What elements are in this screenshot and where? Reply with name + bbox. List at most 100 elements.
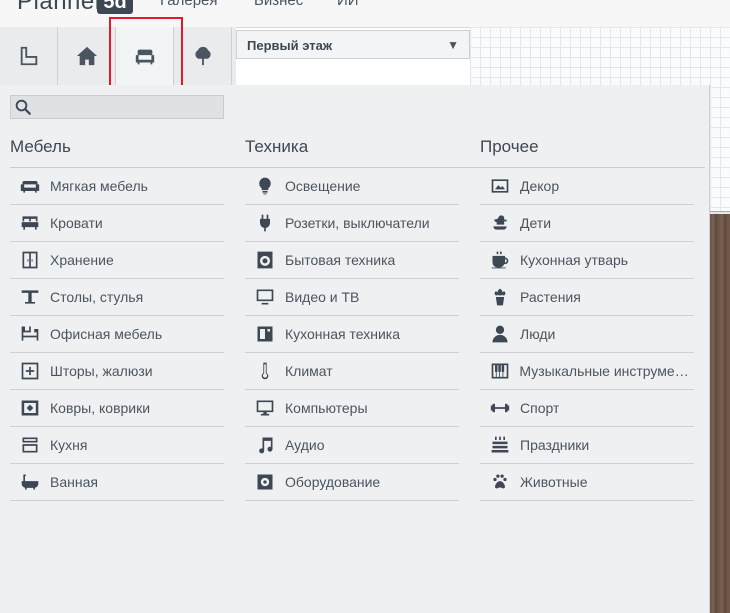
thermometer-icon: [254, 360, 276, 382]
search-icon: [15, 99, 31, 115]
category-item[interactable]: Офисная мебель: [10, 316, 224, 353]
floor-select-value: Первый этаж: [247, 38, 333, 53]
tv-icon: [254, 286, 276, 308]
category-item[interactable]: Ванная: [10, 464, 224, 501]
category-item-label: Кровати: [50, 215, 103, 231]
tab-furniture[interactable]: [116, 27, 174, 86]
category-item[interactable]: Кровати: [10, 205, 224, 242]
category-item[interactable]: Видео и ТВ: [245, 279, 459, 316]
appliance-icon: [254, 323, 276, 345]
search-box[interactable]: [10, 95, 224, 119]
catalog-panel: Мебель Техника Прочее Мягкая мебель Крова…: [0, 85, 710, 613]
bulb-icon: [254, 175, 276, 197]
paw-icon: [489, 471, 511, 493]
category-item[interactable]: Люди: [480, 316, 694, 353]
category-item-label: Ковры, коврики: [50, 400, 151, 416]
category-item[interactable]: Шторы, жалюзи: [10, 353, 224, 390]
category-headers: Мебель Техника Прочее: [10, 135, 705, 168]
piano-icon: [489, 360, 510, 382]
desk-icon: [19, 323, 41, 345]
tab-structure[interactable]: [58, 27, 116, 85]
armchair-icon: [135, 49, 154, 64]
category-item[interactable]: Освещение: [245, 168, 459, 205]
category-item-label: Декор: [520, 178, 560, 194]
category-item[interactable]: Оборудование: [245, 464, 459, 501]
category-item-label: Спорт: [520, 400, 560, 416]
floorplan-icon: [20, 46, 37, 66]
category-item[interactable]: Кухонная утварь: [480, 242, 694, 279]
category-item-label: Шторы, жалюзи: [50, 363, 153, 379]
category-item[interactable]: Мягкая мебель: [10, 168, 224, 205]
category-item-label: Розетки, выключатели: [285, 215, 430, 231]
category-item[interactable]: Бытовая техника: [245, 242, 459, 279]
category-item-label: Музыкальные инструменты: [519, 363, 694, 379]
category-item-label: Аудио: [285, 437, 325, 453]
category-item[interactable]: Животные: [480, 464, 694, 501]
category-column-other: Декор Дети Кухонная утварь Растения Люди Музы…: [480, 168, 694, 501]
category-item[interactable]: Компьютеры: [245, 390, 459, 427]
category-item-label: Офисная мебель: [50, 326, 163, 342]
category-item-label: Столы, стулья: [50, 289, 144, 305]
search-input[interactable]: [41, 98, 223, 118]
category-item-label: Праздники: [520, 437, 590, 453]
plug-icon: [254, 212, 276, 234]
wardrobe-icon: [19, 249, 41, 271]
category-item-label: Кухонная утварь: [520, 252, 629, 268]
category-item-label: Оборудование: [285, 474, 381, 490]
kitchen-icon: [19, 434, 41, 456]
category-item[interactable]: Музыкальные инструменты: [480, 353, 694, 390]
category-item-label: Видео и ТВ: [285, 289, 360, 305]
category-item-label: Компьютеры: [285, 400, 368, 416]
home-icon: [76, 46, 97, 66]
category-item[interactable]: Ковры, коврики: [10, 390, 224, 427]
tab-exterior[interactable]: [174, 27, 232, 85]
category-item-label: Животные: [520, 474, 588, 490]
category-item-label: Хранение: [50, 252, 114, 268]
column-title-furniture: Мебель: [10, 137, 71, 156]
picture-icon: [489, 175, 511, 197]
category-item[interactable]: Кухонная техника: [245, 316, 459, 353]
tool-tabs: [0, 27, 236, 86]
category-item[interactable]: Праздники: [480, 427, 694, 464]
top-bar: Planner 5d Галерея Бизнес ИИ: [0, 0, 730, 28]
category-item[interactable]: Хранение: [10, 242, 224, 279]
category-item-label: Освещение: [285, 178, 361, 194]
bathtub-icon: [19, 471, 41, 493]
category-item[interactable]: Дети: [480, 205, 694, 242]
curtain-icon: [19, 360, 41, 382]
nav-link-business[interactable]: Бизнес: [254, 0, 303, 9]
nav-link-gallery[interactable]: Галерея: [160, 0, 218, 9]
floor-select[interactable]: Первый этаж ▼: [236, 30, 470, 59]
category-item[interactable]: Аудио: [245, 427, 459, 464]
category-item[interactable]: Климат: [245, 353, 459, 390]
category-item-label: Кухонная техника: [285, 326, 401, 342]
music-note-icon: [254, 434, 276, 456]
plant-icon: [489, 286, 511, 308]
dumbbell-icon: [489, 397, 511, 419]
tree-icon: [194, 46, 211, 66]
category-item[interactable]: Декор: [480, 168, 694, 205]
category-item-label: Люди: [520, 326, 556, 342]
category-item-label: Дети: [520, 215, 552, 231]
logo-text: Planner: [17, 0, 104, 15]
bed-icon: [19, 212, 41, 234]
logo-badge: 5d: [97, 0, 133, 14]
nav-link-ai[interactable]: ИИ: [337, 0, 359, 9]
category-item[interactable]: Розетки, выключатели: [245, 205, 459, 242]
category-item-label: Мягкая мебель: [50, 178, 148, 194]
column-title-appliances: Техника: [245, 137, 309, 156]
tab-floorplan[interactable]: [0, 27, 58, 85]
category-item[interactable]: Кухня: [10, 427, 224, 464]
sofa-icon: [19, 175, 41, 197]
category-item-label: Кухня: [50, 437, 88, 453]
category-item[interactable]: Спорт: [480, 390, 694, 427]
dropdown-arrow-icon: ▼: [447, 38, 459, 52]
rocking-horse-icon: [489, 212, 511, 234]
category-item[interactable]: Растения: [480, 279, 694, 316]
category-item-label: Ванная: [50, 474, 98, 490]
category-item-label: Растения: [520, 289, 581, 305]
category-item[interactable]: Столы, стулья: [10, 279, 224, 316]
category-item-label: Климат: [285, 363, 333, 379]
rug-icon: [19, 397, 41, 419]
washer-icon: [254, 249, 276, 271]
